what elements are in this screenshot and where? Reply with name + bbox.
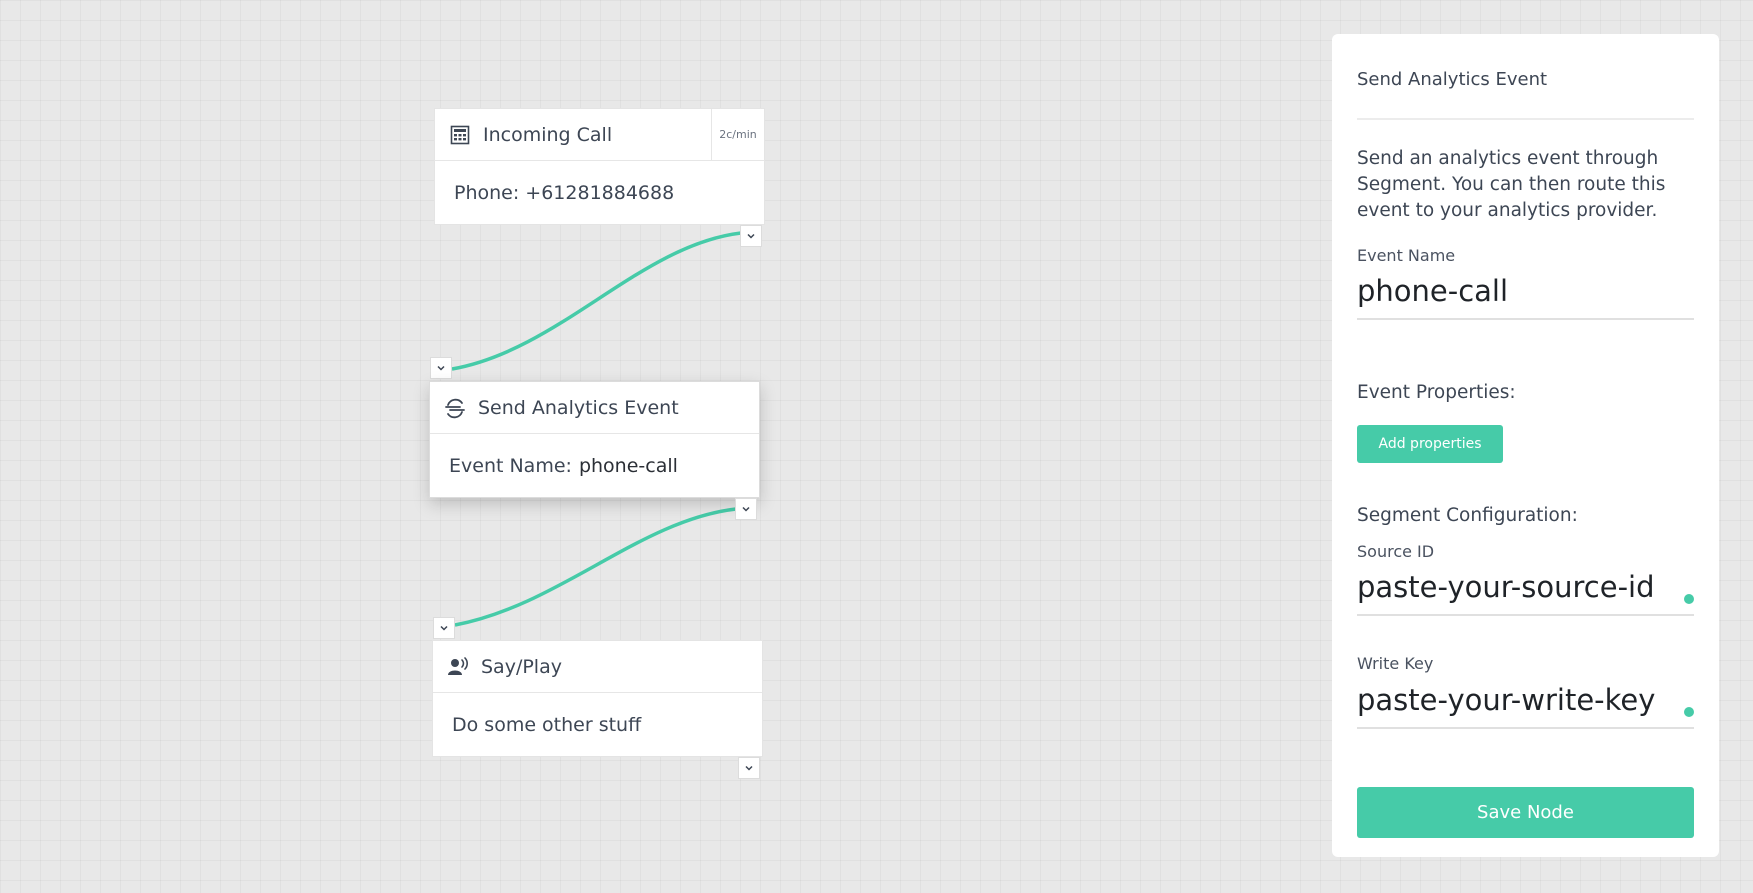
status-dot: [1684, 707, 1694, 717]
node-title: Send Analytics Event: [478, 396, 679, 419]
save-node-button[interactable]: Save Node: [1357, 787, 1694, 838]
node-body: Event Name: phone-call: [430, 434, 759, 497]
write-key-input[interactable]: paste-your-write-key: [1357, 683, 1694, 729]
add-properties-button[interactable]: Add properties: [1357, 425, 1503, 463]
phone-number-text: Phone: +61281884688: [454, 181, 675, 204]
node-title: Say/Play: [481, 655, 562, 678]
divider: [1357, 118, 1694, 120]
input-port-chevron-down-icon[interactable]: [433, 617, 455, 639]
event-properties-label: Event Properties:: [1357, 382, 1516, 403]
source-id-input-value: paste-your-source-id: [1357, 570, 1655, 604]
status-dot: [1684, 594, 1694, 604]
output-port-chevron-down-icon[interactable]: [735, 498, 757, 520]
source-id-input[interactable]: paste-your-source-id: [1357, 570, 1694, 616]
speaking-person-icon: [447, 656, 469, 678]
output-port-chevron-down-icon[interactable]: [738, 757, 760, 779]
input-port-chevron-down-icon[interactable]: [430, 357, 452, 379]
wire-analytics-to-sayplay: [454, 507, 737, 627]
segment-icon: [444, 397, 466, 419]
node-title: Incoming Call: [483, 123, 613, 146]
node-header: Incoming Call 2c/min: [435, 109, 764, 161]
node-config-panel: Send Analytics Event Send an analytics e…: [1332, 34, 1719, 857]
node-body: Phone: +61281884688: [435, 161, 764, 224]
output-port-chevron-down-icon[interactable]: [740, 225, 762, 247]
node-send-analytics-event[interactable]: Send Analytics Event Event Name: phone-c…: [429, 381, 760, 498]
panel-description: Send an analytics event through Segment.…: [1357, 148, 1666, 221]
wire-incoming-to-analytics: [451, 231, 742, 371]
event-name-value: phone-call: [578, 454, 678, 477]
node-incoming-call[interactable]: Incoming Call 2c/min Phone: +61281884688: [434, 108, 765, 225]
event-name-input-value: phone-call: [1357, 274, 1509, 308]
node-body: Do some other stuff: [433, 693, 762, 756]
rate-badge: 2c/min: [711, 109, 764, 160]
segment-configuration-label: Segment Configuration:: [1357, 505, 1578, 526]
panel-title: Send Analytics Event: [1357, 69, 1548, 90]
node-header: Say/Play: [433, 641, 762, 693]
node-header: Send Analytics Event: [430, 382, 759, 434]
write-key-input-value: paste-your-write-key: [1357, 683, 1656, 717]
event-name-label: Event Name: [1357, 246, 1456, 265]
event-name-input[interactable]: phone-call: [1357, 274, 1694, 320]
node-say-play[interactable]: Say/Play Do some other stuff: [432, 640, 763, 757]
write-key-label: Write Key: [1357, 654, 1434, 673]
source-id-label: Source ID: [1357, 542, 1435, 561]
calculator-icon: [449, 124, 471, 146]
event-name-label: Event Name:: [449, 454, 572, 477]
node-description: Do some other stuff: [452, 713, 642, 736]
